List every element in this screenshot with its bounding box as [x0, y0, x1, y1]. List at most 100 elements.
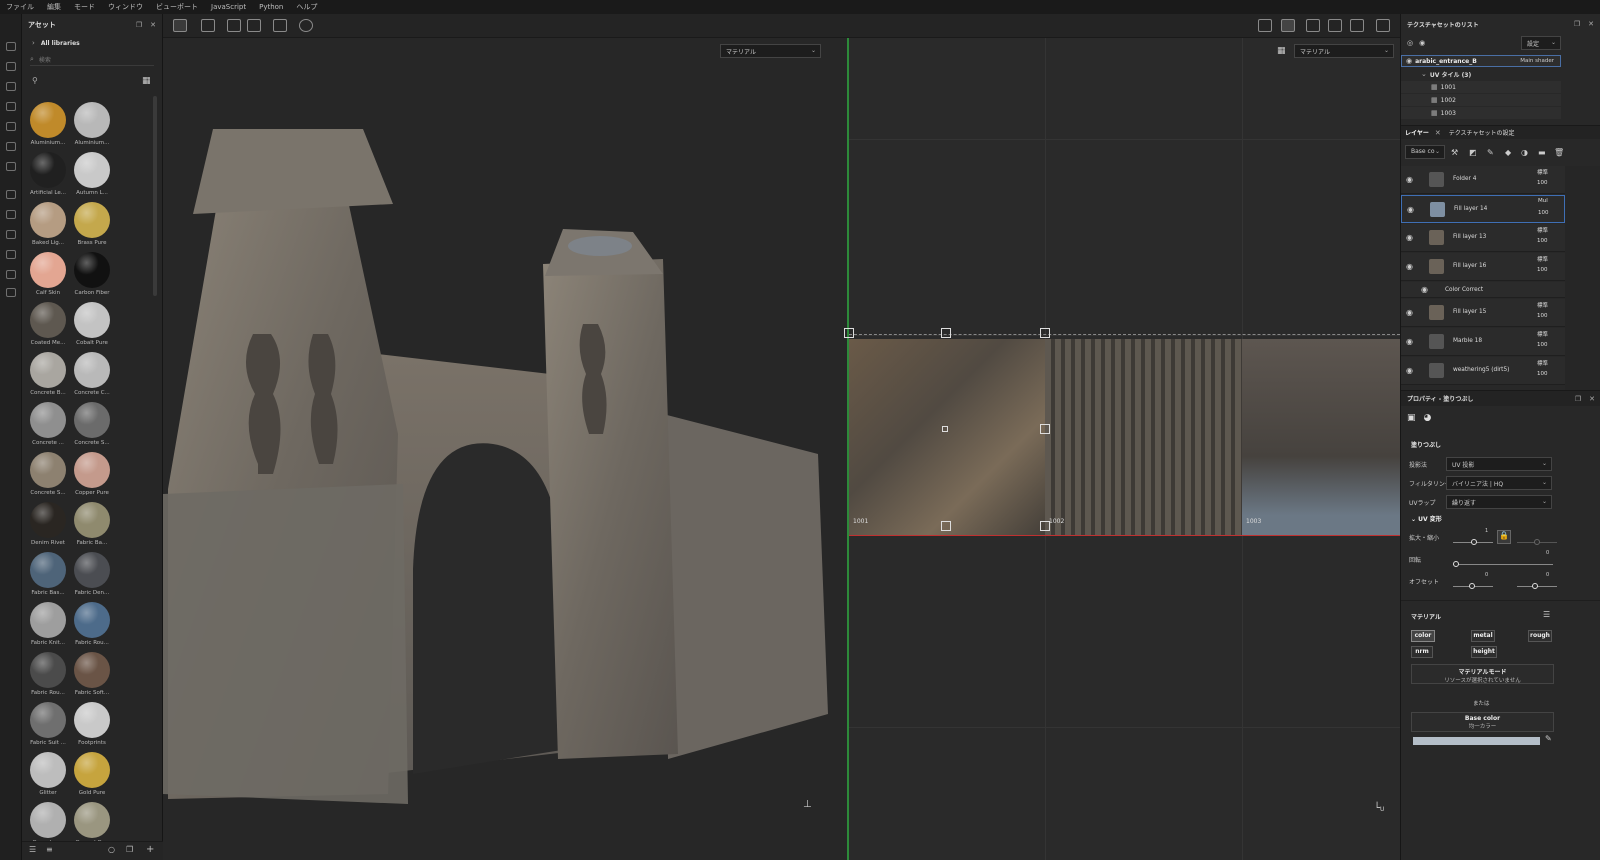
uv-tile-item[interactable]: ▦ 1001	[1401, 81, 1561, 93]
fill-tab-icon[interactable]: ▣	[1407, 413, 1416, 423]
material-thumbnail[interactable]: Concrete ...	[26, 402, 70, 446]
bin-icon[interactable]	[6, 230, 16, 239]
menu-window[interactable]: ウィンドウ	[108, 2, 143, 12]
base-color-swatch[interactable]	[1413, 737, 1540, 745]
screenshot-icon[interactable]	[1376, 19, 1390, 32]
eye-icon[interactable]: ◉	[1406, 366, 1413, 375]
layer-row[interactable]: ◉ weathering5 (dirt5) 標準 100	[1401, 357, 1565, 385]
paint-layer-icon[interactable]: ✎	[1487, 148, 1494, 157]
eye-icon[interactable]: ◉	[1406, 233, 1413, 242]
uv-tiles-group[interactable]: ⌄ UV タイル (3)	[1401, 68, 1600, 80]
split-view-icon[interactable]	[1306, 19, 1320, 32]
layers-stack-icon[interactable]	[6, 288, 16, 297]
viewport-3d[interactable]: ⊥	[163, 14, 847, 860]
rotation-slider-knob[interactable]	[1453, 561, 1459, 567]
material-thumbnail[interactable]: Carbon Fiber	[70, 252, 114, 296]
smudge-icon[interactable]	[6, 122, 16, 131]
material-thumbnail[interactable]: Concrete C...	[70, 352, 114, 396]
smart-material-icon[interactable]: ◑	[1521, 148, 1528, 157]
eye-icon[interactable]: ◉	[1406, 308, 1413, 317]
float-panel-icon[interactable]: ❐	[136, 21, 142, 29]
material-thumbnail[interactable]: Autumn L...	[70, 152, 114, 196]
channel-rough-chip[interactable]: rough	[1528, 630, 1552, 642]
material-thumbnail[interactable]: Concrete S...	[70, 402, 114, 446]
asset-scrollbar[interactable]	[153, 96, 157, 296]
channel-nrm-chip[interactable]: nrm	[1411, 646, 1433, 658]
color-picker-icon[interactable]	[6, 162, 16, 171]
layer-opacity[interactable]: 100	[1537, 180, 1548, 186]
symmetry-icon[interactable]	[227, 19, 241, 32]
close-icon[interactable]: ✕	[1588, 20, 1594, 28]
eye-icon[interactable]: ◉	[1407, 205, 1414, 214]
material-thumbnail[interactable]: Ground Gr...	[70, 802, 114, 846]
viewport-2d-mode-dropdown[interactable]: マテリアル ⌄	[1294, 44, 1394, 58]
transform-handle[interactable]	[941, 328, 951, 338]
export-icon[interactable]	[6, 190, 16, 199]
blend-mode[interactable]: 標準	[1537, 330, 1548, 338]
folder-icon[interactable]: ❐	[126, 845, 133, 854]
material-thumbnail[interactable]: Copper Pure	[70, 452, 114, 496]
float-panel-icon[interactable]: ❐	[1575, 395, 1581, 403]
layer-row[interactable]: ◉ Marble 18 標準 100	[1401, 328, 1565, 356]
close-icon[interactable]: ✕	[1589, 395, 1595, 403]
layer-opacity[interactable]: 100	[1537, 371, 1548, 377]
menu-edit[interactable]: 編集	[47, 2, 61, 12]
viewport-settings-icon[interactable]	[1258, 19, 1272, 32]
material-thumbnail[interactable]: Fabric Knit...	[26, 602, 70, 646]
refresh-icon[interactable]: ○	[108, 845, 115, 854]
scale-v-slider-knob[interactable]	[1534, 539, 1540, 545]
blend-mode[interactable]: 標準	[1537, 301, 1548, 309]
filtering-dropdown[interactable]: バイリニア法 | HQ ⌄	[1446, 476, 1552, 490]
eye-icon[interactable]: ◉	[1406, 57, 1412, 65]
material-thumbnail[interactable]: Fabric Suit ...	[26, 702, 70, 746]
menu-viewport[interactable]: ビューポート	[156, 2, 198, 12]
close-icon[interactable]: ✕	[1435, 129, 1441, 137]
delete-icon[interactable]: 🗑	[1554, 148, 1564, 157]
material-mode-slot[interactable]: マテリアルモード リソースが選択されていません	[1411, 664, 1554, 684]
transform-handle[interactable]	[941, 521, 951, 531]
textureset-item[interactable]: ◉ arabic_entrance_B Main shader	[1401, 55, 1561, 67]
base-color-slot[interactable]: Base color 均一カラー	[1411, 712, 1554, 732]
viewport-2d[interactable]: 1001 1002 1003 ▦ マテリアル ⌄ └U	[844, 38, 1400, 860]
wrap-dropdown[interactable]: 繰り返す ⌄	[1446, 495, 1552, 509]
blend-mode[interactable]: Mul	[1538, 198, 1548, 204]
transform-handle[interactable]	[1040, 424, 1050, 434]
bake-icon[interactable]	[6, 210, 16, 219]
folder-icon[interactable]: ▬	[1538, 148, 1546, 157]
uv-transform-section[interactable]: ⌄ UV 変形	[1411, 514, 1442, 523]
menu-javascript[interactable]: JavaScript	[211, 3, 246, 11]
tab-textureset-settings[interactable]: テクスチャセットの設定	[1449, 128, 1515, 137]
layer-opacity[interactable]: 100	[1537, 342, 1548, 348]
layer-row[interactable]: ◉ Folder 4 標準 100	[1401, 166, 1565, 194]
channel-height-chip[interactable]: height	[1471, 646, 1497, 658]
eye-icon[interactable]: ◉	[1406, 262, 1413, 271]
camera-icon[interactable]	[1350, 19, 1364, 32]
material-thumbnail[interactable]: Denim Rivet	[26, 502, 70, 546]
grid-view-icon[interactable]: ▦	[142, 76, 151, 86]
layer-opacity[interactable]: 100	[1537, 238, 1548, 244]
layer-row[interactable]: ◉ Fill layer 15 標準 100	[1401, 299, 1565, 327]
material-thumbnail[interactable]: Calf Skin	[26, 252, 70, 296]
material-thumbnail[interactable]: Aluminium...	[26, 102, 70, 146]
material-thumbnail[interactable]: Brass Pure	[70, 202, 114, 246]
material-thumbnail[interactable]: Aluminium...	[70, 102, 114, 146]
material-thumbnail[interactable]: Fabric Rou...	[26, 652, 70, 696]
material-thumbnail[interactable]: Gold Pure	[70, 752, 114, 796]
scale-slider-knob[interactable]	[1471, 539, 1477, 545]
material-thumbnail[interactable]: Concrete B...	[26, 352, 70, 396]
material-thumbnail[interactable]: Glitter	[26, 752, 70, 796]
filter-icon[interactable]: ⚲	[32, 76, 38, 85]
layer-row[interactable]: ◉ Fill layer 14 Mul 100	[1401, 195, 1565, 223]
list-icon[interactable]: ☰	[1543, 610, 1550, 619]
material-thumbnail[interactable]: Cobalt Pure	[70, 302, 114, 346]
uv-tile-item[interactable]: ▦ 1003	[1401, 107, 1561, 119]
pause-icon[interactable]	[1281, 19, 1295, 32]
transform-handle[interactable]	[844, 328, 854, 338]
layer-opacity[interactable]: 100	[1537, 313, 1548, 319]
material-thumbnail[interactable]: Footprints	[70, 702, 114, 746]
offset-u-slider-knob[interactable]	[1469, 583, 1475, 589]
rotation-slider-track[interactable]	[1453, 564, 1553, 565]
blend-mode[interactable]: 標準	[1537, 359, 1548, 367]
hide-icon[interactable]: ◎	[1407, 39, 1413, 47]
layer-row[interactable]: ◉ Fill layer 16 標準 100	[1401, 253, 1565, 281]
